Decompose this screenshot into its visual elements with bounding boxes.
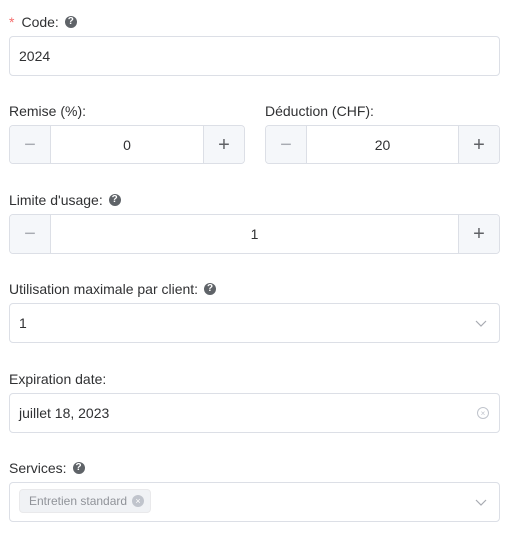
remise-label-text: Remise (%): [9, 103, 87, 119]
usage-limit-decrease-button[interactable]: − [10, 215, 51, 253]
deduction-stepper[interactable]: − 20 + [265, 125, 500, 164]
expiration-label: Expiration date: [9, 371, 106, 387]
service-tag: Entretien standard × [19, 489, 152, 513]
code-input[interactable]: 2024 [9, 36, 500, 76]
remise-decrease-button[interactable]: − [10, 126, 51, 163]
code-label: * Code: ? [9, 14, 77, 30]
help-icon[interactable]: ? [64, 16, 77, 28]
services-select[interactable]: Entretien standard × [9, 482, 500, 522]
usage-limit-value[interactable]: 1 [51, 215, 458, 253]
services-label-text: Services: [9, 460, 67, 476]
max-per-client-label-text: Utilisation maximale par client: [9, 281, 199, 297]
usage-limit-increase-button[interactable]: + [458, 215, 499, 253]
usage-limit-stepper[interactable]: − 1 + [9, 214, 500, 254]
remise-value[interactable]: 0 [51, 126, 203, 163]
expiration-date-value: juillet 18, 2023 [19, 405, 110, 421]
clear-icon[interactable]: × [477, 407, 489, 419]
chevron-down-icon[interactable] [475, 317, 487, 329]
remise-stepper[interactable]: − 0 + [9, 125, 245, 164]
max-per-client-select[interactable]: 1 [9, 303, 500, 343]
usage-limit-label: Limite d'usage: ? [9, 192, 121, 208]
deduction-decrease-button[interactable]: − [266, 126, 307, 163]
service-tag-label: Entretien standard [29, 494, 128, 508]
deduction-increase-button[interactable]: + [458, 126, 499, 163]
remise-label: Remise (%): [9, 103, 86, 119]
remise-increase-button[interactable]: + [203, 126, 244, 163]
services-label: Services: ? [9, 460, 85, 476]
max-per-client-label: Utilisation maximale par client: ? [9, 281, 217, 297]
deduction-label: Déduction (CHF): [265, 103, 374, 119]
expiration-label-text: Expiration date: [9, 371, 107, 387]
expiration-date-input[interactable]: juillet 18, 2023 × [9, 393, 500, 433]
help-icon[interactable]: ? [204, 283, 217, 295]
code-label-text: Code: [21, 14, 59, 30]
code-input-value: 2024 [19, 48, 51, 64]
max-per-client-value: 1 [19, 315, 27, 331]
tag-close-icon[interactable]: × [132, 495, 145, 507]
chevron-down-icon[interactable] [475, 496, 487, 508]
help-icon[interactable]: ? [108, 194, 121, 206]
usage-limit-label-text: Limite d'usage: [9, 192, 103, 208]
deduction-value[interactable]: 20 [307, 126, 458, 163]
help-icon[interactable]: ? [72, 462, 85, 474]
deduction-label-text: Déduction (CHF): [265, 103, 374, 119]
required-asterisk: * [9, 14, 15, 30]
